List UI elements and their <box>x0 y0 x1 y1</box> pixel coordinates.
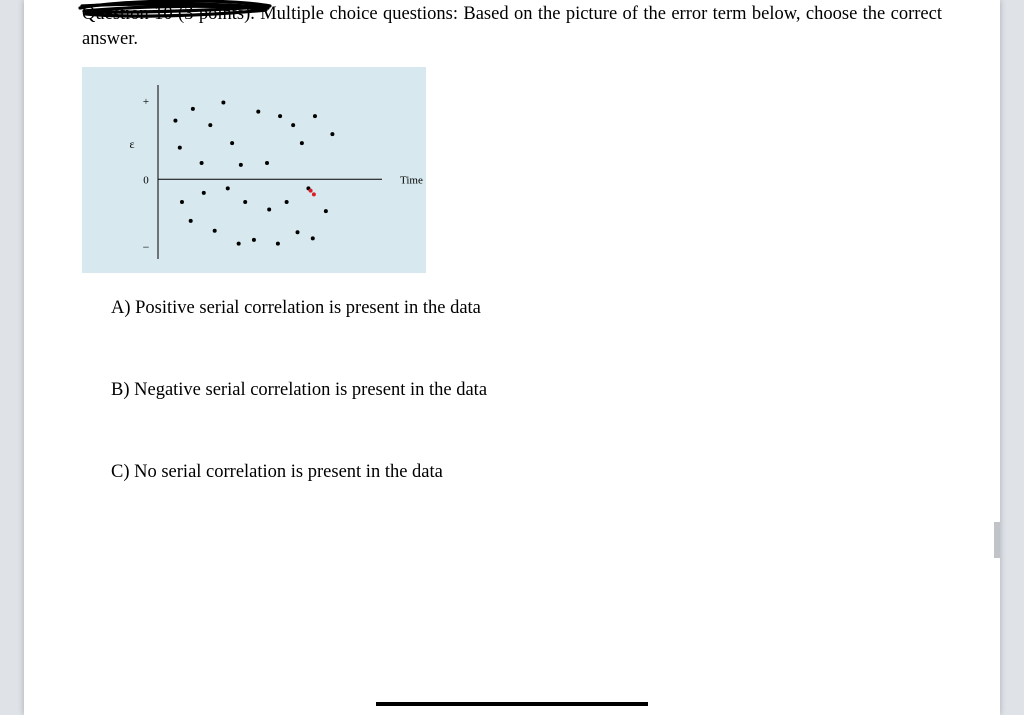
svg-text:−: − <box>143 240 150 254</box>
residuals-scatter-chart: +0 − ε Time <box>82 67 426 273</box>
option-a: A) Positive serial correlation is presen… <box>111 297 487 319</box>
svg-text:0: 0 <box>143 174 149 186</box>
document-page: Question 10 (3 points). Multiple choice … <box>24 0 1000 715</box>
option-c: C) No serial correlation is present in t… <box>111 461 487 483</box>
scrollbar-fragment <box>994 522 1000 558</box>
page-content: Question 10 (3 points). Multiple choice … <box>82 0 942 715</box>
svg-text:Time: Time <box>400 174 423 186</box>
answer-options: A) Positive serial correlation is presen… <box>111 297 487 483</box>
question-prompt: Question 10 (3 points). Multiple choice … <box>82 2 942 52</box>
chart-svg: +0 − ε Time <box>82 67 426 273</box>
svg-text:+: + <box>143 96 149 108</box>
page-bottom-rule <box>376 702 648 706</box>
option-b: B) Negative serial correlation is presen… <box>111 379 487 401</box>
question-struck-label: Question 10 (3 points). <box>82 4 255 24</box>
svg-text:ε: ε <box>129 137 134 151</box>
